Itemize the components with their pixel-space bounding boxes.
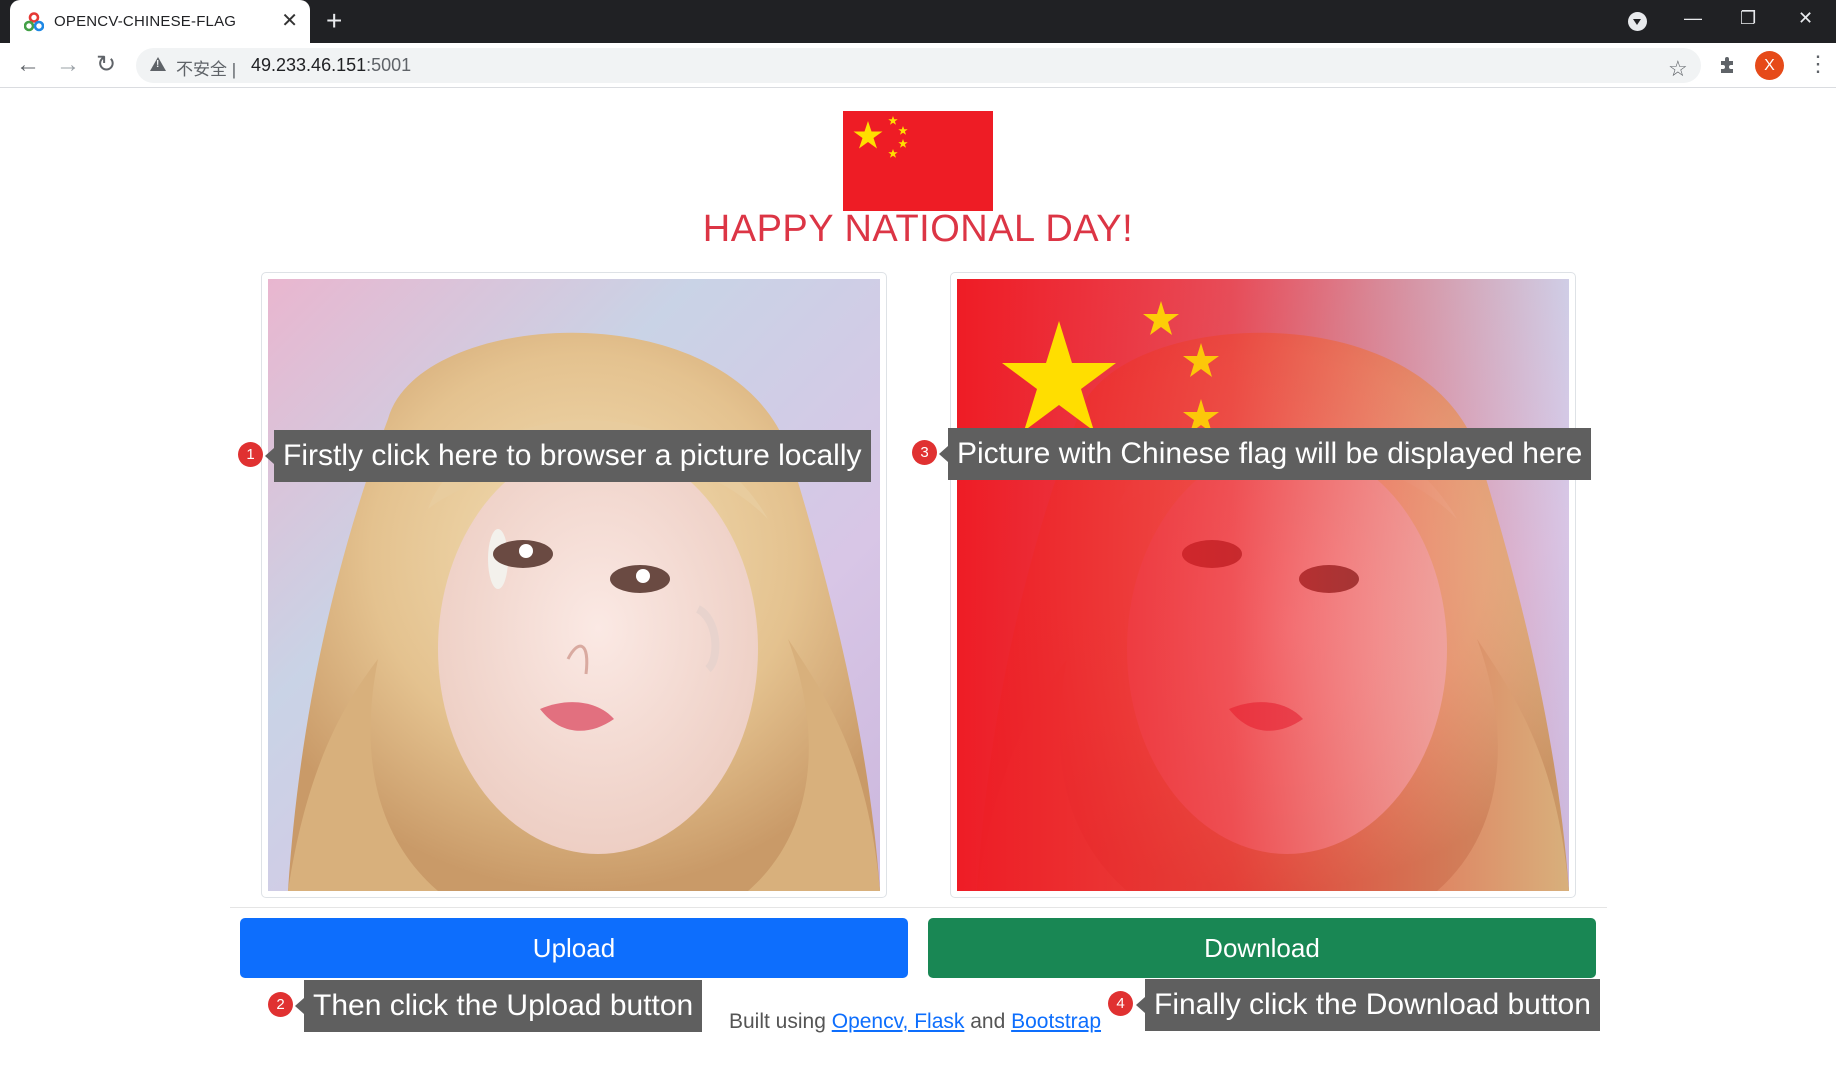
opencv-logo-icon xyxy=(24,12,44,32)
upload-image-card[interactable] xyxy=(261,272,887,898)
new-tab-button[interactable]: + xyxy=(326,6,342,36)
forward-icon[interactable]: → xyxy=(56,51,80,79)
close-window-button[interactable]: ✕ xyxy=(1798,8,1813,29)
extensions-icon[interactable] xyxy=(1718,55,1738,75)
profile-avatar[interactable]: X xyxy=(1755,51,1784,80)
annotation-callout-3: Picture with Chinese flag will be displa… xyxy=(938,428,1592,480)
result-image-card xyxy=(950,272,1576,898)
browser-tab[interactable]: OPENCV-CHINESE-FLAG ✕ xyxy=(10,0,310,43)
url-port: :5001 xyxy=(366,55,412,75)
tab-search-icon[interactable] xyxy=(1628,12,1647,31)
bootstrap-link[interactable]: Bootstrap xyxy=(1011,1010,1101,1033)
tab-title: OPENCV-CHINESE-FLAG xyxy=(54,13,237,30)
back-icon[interactable]: ← xyxy=(16,51,40,79)
warning-icon xyxy=(150,57,166,71)
browser-toolbar: ← → ↻ 不安全 | 49.233.46.151:5001 ☆ X ⋮ xyxy=(0,43,1836,88)
menu-icon[interactable]: ⋮ xyxy=(1807,50,1829,78)
footer-prefix: Built using xyxy=(729,1010,826,1033)
reload-icon[interactable]: ↻ xyxy=(96,51,116,79)
browser-titlebar: OPENCV-CHINESE-FLAG ✕ + — ❐ ✕ xyxy=(0,0,1836,43)
bookmark-star-icon[interactable]: ☆ xyxy=(1668,56,1688,82)
annotation-callout-1: Firstly click here to browser a picture … xyxy=(265,430,871,482)
annotation-badge-2: 2 xyxy=(268,992,293,1017)
annotation-callout-4: Finally click the Download button xyxy=(1136,979,1600,1031)
footer-credits: Built using Opencv, Flask and Bootstrap xyxy=(729,1010,1101,1034)
divider xyxy=(230,907,1607,908)
annotation-badge-3: 3 xyxy=(912,440,937,465)
tab-close-icon[interactable]: ✕ xyxy=(281,9,298,33)
security-label[interactable]: 不安全 | xyxy=(176,55,236,80)
url-text: 49.233.46.151:5001 xyxy=(251,55,411,76)
url-host: 49.233.46.151 xyxy=(251,55,367,75)
annotation-callout-2: Then click the Upload button xyxy=(294,980,703,1032)
footer-middle: and xyxy=(970,1010,1006,1033)
minimize-button[interactable]: — xyxy=(1684,8,1702,29)
upload-button[interactable]: Upload xyxy=(240,918,908,978)
restore-button[interactable]: ❐ xyxy=(1740,8,1756,29)
page-heading: HAPPY NATIONAL DAY! xyxy=(702,208,1134,250)
annotation-badge-4: 4 xyxy=(1108,991,1133,1016)
flag-portrait-image xyxy=(957,279,1569,891)
download-button[interactable]: Download xyxy=(928,918,1596,978)
opencv-flask-link[interactable]: Opencv, Flask xyxy=(832,1010,965,1033)
annotation-badge-1: 1 xyxy=(238,442,263,467)
chinese-flag-image xyxy=(843,111,993,211)
address-bar[interactable]: 不安全 | 49.233.46.151:5001 ☆ xyxy=(136,48,1701,83)
original-portrait-image[interactable] xyxy=(268,279,880,891)
